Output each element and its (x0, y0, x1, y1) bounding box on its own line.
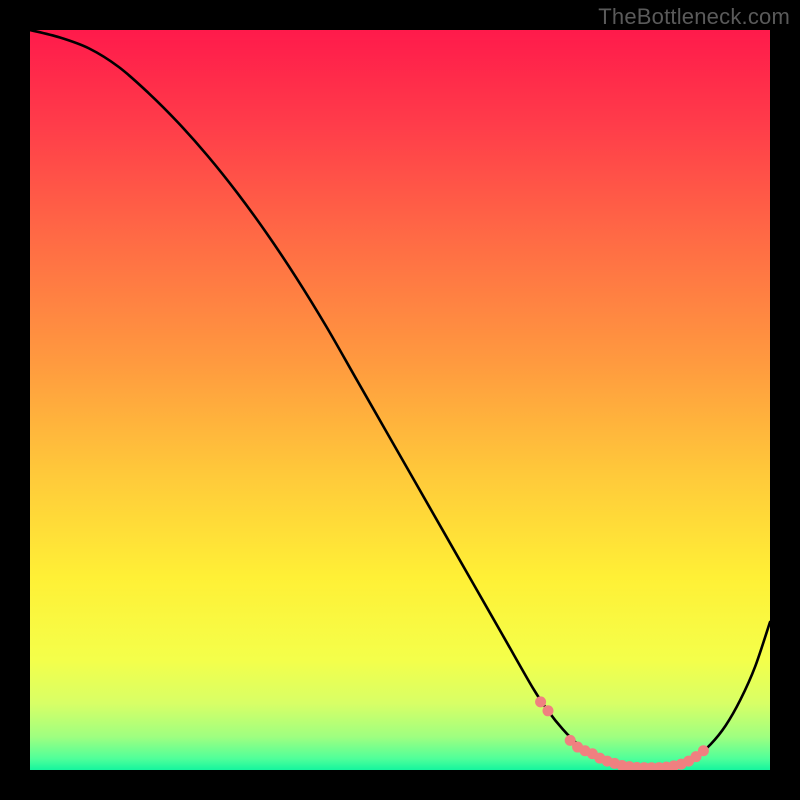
gradient-background (30, 30, 770, 770)
chart-svg (30, 30, 770, 770)
highlight-dot (535, 696, 546, 707)
highlight-dot (698, 745, 709, 756)
plot-area (30, 30, 770, 770)
highlight-dot (543, 705, 554, 716)
chart-frame: TheBottleneck.com (0, 0, 800, 800)
watermark-text: TheBottleneck.com (598, 4, 790, 30)
